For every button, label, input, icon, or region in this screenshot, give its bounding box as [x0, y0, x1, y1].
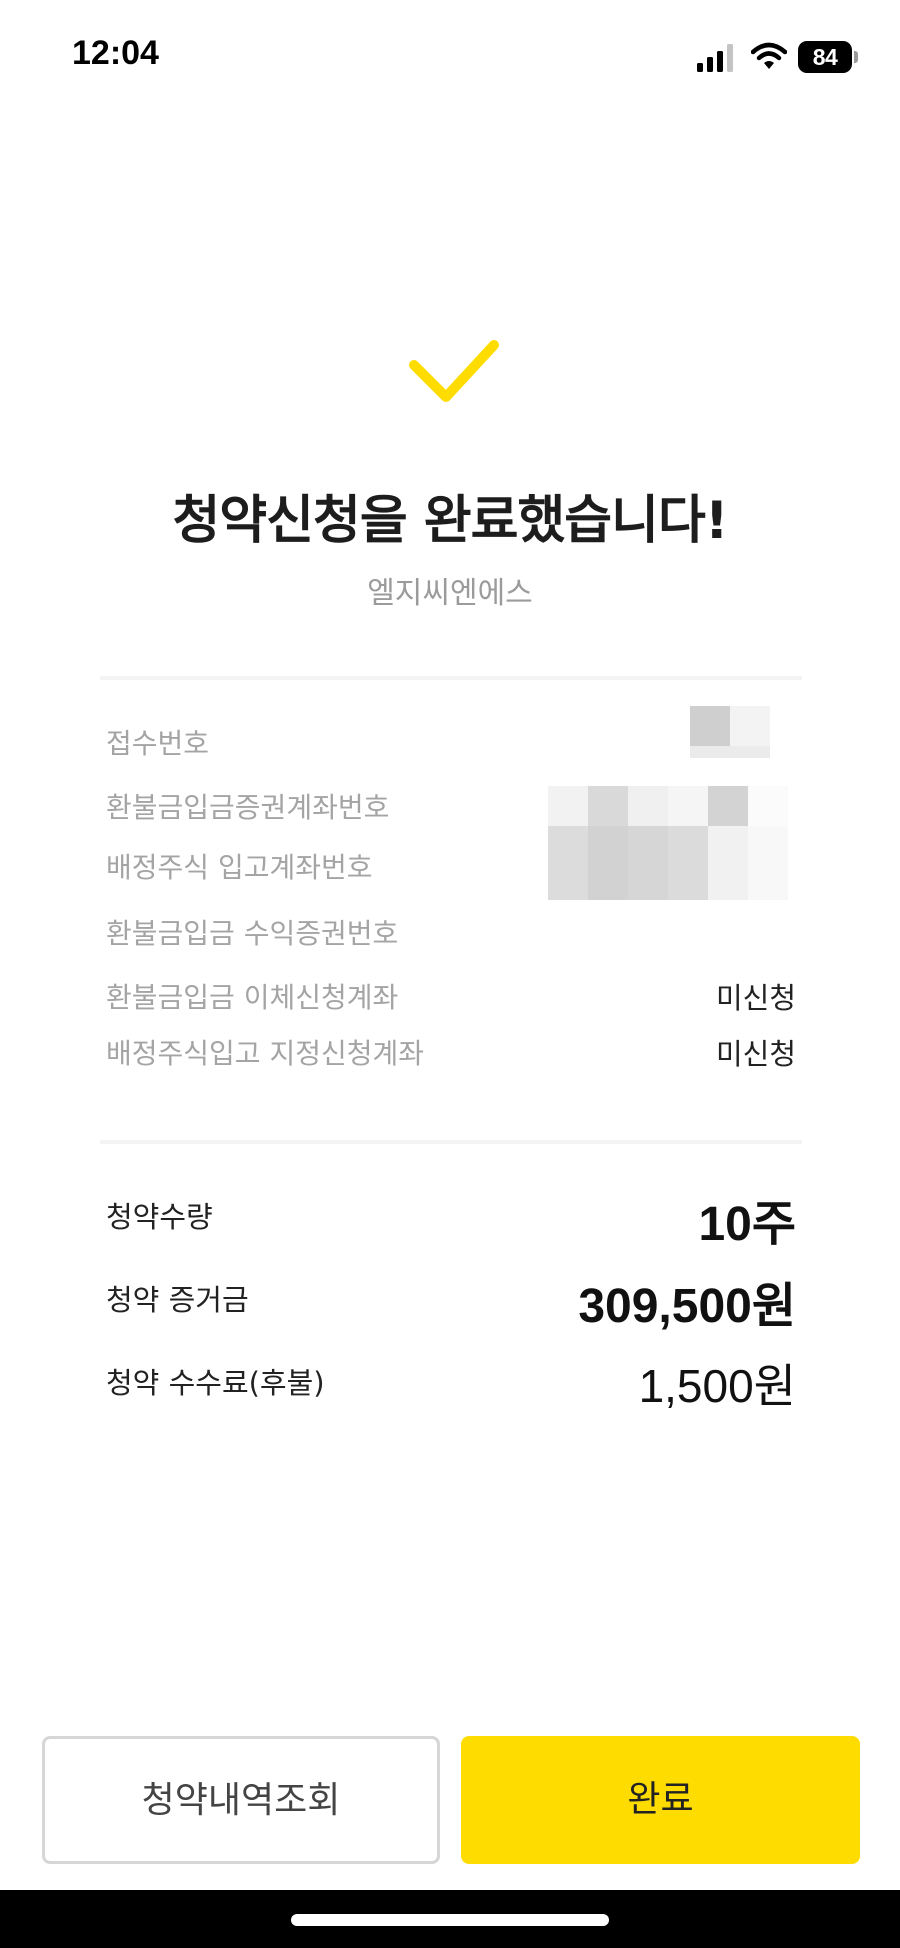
refund-transfer-value: 미신청 [715, 981, 796, 1015]
divider [100, 676, 802, 680]
refund-income-account-label: 환불금입금 수익증권번호 [106, 917, 399, 950]
subscription-complete-screen: 12:04 84 청약신청을 완료했습니다! 엘지씨엔에스 접수번호 환불금입금… [0, 0, 900, 1948]
quantity-value: 10주 [698, 1198, 796, 1251]
status-bar: 12:04 84 [0, 0, 900, 120]
status-time: 12:04 [72, 34, 159, 72]
refund-transfer-label: 환불금입금 이체신청계좌 [106, 981, 399, 1014]
wifi-icon [751, 42, 787, 69]
divider [100, 1140, 802, 1144]
quantity-label: 청약수량 [106, 1200, 213, 1234]
company-name: 엘지씨엔에스 [367, 576, 533, 611]
home-bar-area [0, 1890, 900, 1948]
check-icon [409, 340, 499, 402]
fee-label: 청약 수수료(후불) [106, 1366, 325, 1400]
allocation-designated-value: 미신청 [715, 1037, 796, 1071]
home-indicator[interactable] [291, 1914, 609, 1926]
refund-account-label: 환불금입금증권계좌번호 [106, 791, 390, 824]
fee-value: 1,500원 [638, 1360, 796, 1412]
deposit-label: 청약 증거금 [106, 1283, 249, 1317]
done-button[interactable]: 완료 [461, 1736, 860, 1864]
signal-icon [697, 44, 733, 72]
deposit-value: 309,500원 [578, 1280, 796, 1333]
battery-cap [854, 51, 858, 63]
battery-icon: 84 [798, 41, 858, 73]
page-title: 청약신청을 완료했습니다! [172, 491, 728, 551]
subscription-history-button[interactable]: 청약내역조회 [42, 1736, 440, 1864]
battery-level: 84 [798, 41, 852, 73]
receipt-number-label: 접수번호 [106, 727, 210, 760]
allocation-account-label: 배정주식 입고계좌번호 [106, 851, 373, 884]
allocation-designated-label: 배정주식입고 지정신청계좌 [106, 1037, 425, 1070]
